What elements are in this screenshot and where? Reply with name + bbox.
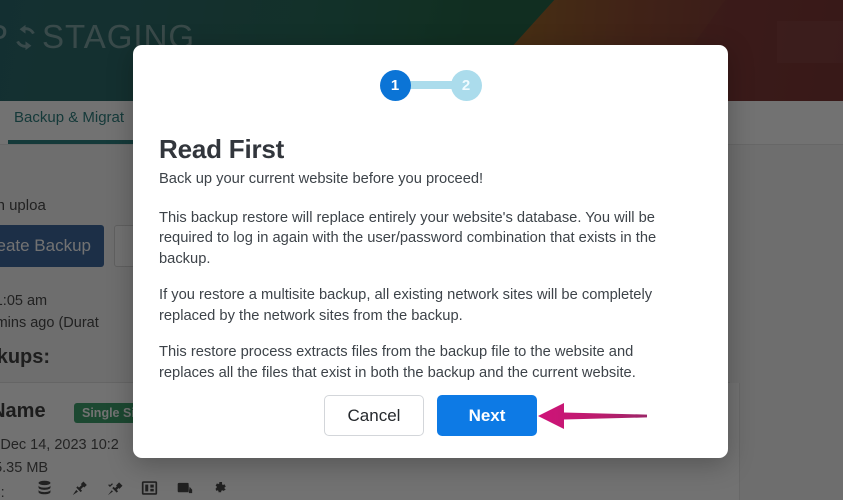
modal-body: Back up your current website before you … bbox=[159, 169, 679, 383]
modal-paragraph-database: This backup restore will replace entirel… bbox=[159, 209, 657, 267]
modal-action-bar: Cancel Next bbox=[133, 395, 728, 436]
wizard-stepper: 1 2 bbox=[133, 45, 728, 125]
stepper-step-1[interactable]: 1 bbox=[379, 69, 411, 101]
modal-title: Read First bbox=[159, 134, 285, 164]
app-root: P STAGING Backup & Migrat know? You can … bbox=[0, 0, 843, 500]
read-first-modal: 1 2 Read First Back up your current webs… bbox=[133, 45, 728, 458]
modal-paragraph-files: This restore process extracts files from… bbox=[159, 344, 636, 381]
stepper-connector-line bbox=[407, 81, 454, 89]
next-button[interactable]: Next bbox=[437, 395, 537, 436]
cancel-button[interactable]: Cancel bbox=[324, 395, 424, 436]
modal-paragraph-lead: Back up your current website before you … bbox=[159, 171, 484, 187]
modal-paragraph-multisite: If you restore a multisite backup, all e… bbox=[159, 287, 653, 324]
stepper-step-2[interactable]: 2 bbox=[450, 69, 482, 101]
